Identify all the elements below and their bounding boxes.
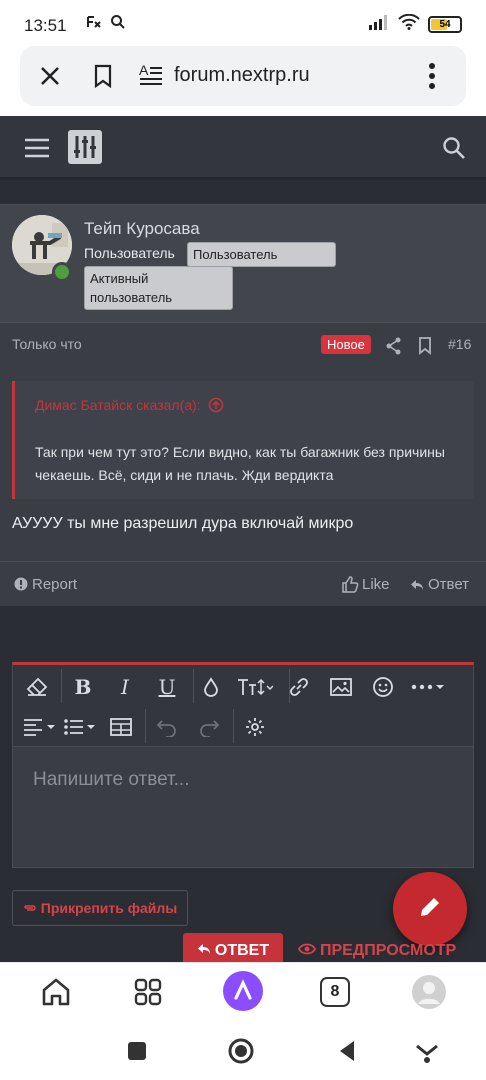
search-icon[interactable]: [442, 136, 466, 165]
home-button-icon[interactable]: [228, 1038, 254, 1069]
post-actions: Report Like Ответ: [0, 561, 486, 607]
post-user-header: Тейп Куросава Пользователь Пользователь …: [0, 205, 486, 323]
reply-input[interactable]: Напишите ответ...: [33, 769, 189, 791]
profile-avatar-icon[interactable]: [411, 974, 447, 1015]
attach-files-button[interactable]: Прикрепить файлы: [12, 890, 188, 926]
report-button[interactable]: Report: [32, 576, 77, 593]
status-bar: 13:51 54: [0, 0, 486, 52]
post-number[interactable]: #16: [448, 336, 471, 352]
align-icon[interactable]: [21, 711, 61, 743]
undo-icon[interactable]: [151, 711, 183, 743]
post-card: Тейп Куросава Пользователь Пользователь …: [0, 204, 486, 606]
pencil-icon: [417, 894, 443, 925]
recent-apps-icon[interactable]: [127, 1041, 147, 1066]
paperclip-icon: [23, 900, 37, 916]
table-icon[interactable]: [105, 711, 137, 743]
home-icon[interactable]: [40, 976, 72, 1013]
link-icon[interactable]: [283, 671, 315, 703]
emoji-icon[interactable]: [367, 671, 399, 703]
reply-icon: [197, 942, 211, 960]
like-button[interactable]: Like: [362, 576, 390, 593]
share-icon[interactable]: [386, 337, 402, 360]
reply-button[interactable]: Ответ: [428, 576, 469, 593]
image-icon[interactable]: [325, 671, 357, 703]
assistant-gesture-icon[interactable]: [414, 1038, 440, 1069]
preview-button[interactable]: ПРЕДПРОСМОТР: [297, 933, 457, 964]
back-icon[interactable]: [338, 1040, 356, 1067]
editor-toolbar: B I U: [13, 665, 473, 747]
forum-page: Тейп Куросава Пользователь Пользователь …: [0, 116, 486, 964]
post-time[interactable]: Только что: [12, 336, 82, 352]
url-text[interactable]: forum.nextrp.ru: [174, 64, 310, 87]
reader-mode-icon[interactable]: A: [138, 62, 164, 93]
arrow-up-circle-icon[interactable]: [208, 397, 224, 416]
post-meta: Только что Новое #16: [0, 323, 486, 369]
font-size-icon[interactable]: [235, 671, 275, 703]
post-author[interactable]: Тейп Куросава: [84, 219, 200, 239]
submit-reply-button[interactable]: ОТВЕТ: [183, 933, 283, 964]
screen: 13:51 54 A forum.nextrp.ru Тейп Куросава…: [0, 0, 486, 1080]
report-icon[interactable]: [14, 577, 28, 596]
browser-bottom-nav: 8: [0, 962, 486, 1022]
search-icon: [110, 14, 126, 35]
quote-block: Димас Батайск сказал(а): Так при чем тут…: [12, 381, 474, 499]
apps-grid-icon[interactable]: [134, 978, 162, 1011]
wifi-icon: [398, 13, 420, 35]
online-status-badge: [52, 262, 72, 282]
post-message: АУУУУ ты мне разрешил дура включай микро: [12, 515, 354, 532]
notification-icon: [86, 14, 102, 35]
user-badge: Активный пользователь: [84, 266, 233, 310]
redo-icon[interactable]: [193, 711, 225, 743]
like-icon[interactable]: [341, 575, 359, 598]
user-title: Пользователь: [84, 245, 175, 261]
bookmark-icon[interactable]: [418, 337, 432, 360]
svg-text:A: A: [139, 62, 149, 78]
close-icon[interactable]: [38, 64, 62, 93]
settings-icon[interactable]: [239, 711, 271, 743]
submit-reply-label: ОТВЕТ: [214, 942, 270, 959]
bold-icon[interactable]: B: [67, 671, 99, 703]
attach-files-label: Прикрепить файлы: [40, 900, 178, 916]
user-badge: Пользователь: [187, 242, 336, 267]
quote-author-text[interactable]: Димас Батайск сказал(а):: [35, 397, 201, 413]
system-nav-bar: [0, 1022, 486, 1080]
more-vert-icon[interactable]: [424, 62, 440, 95]
list-icon[interactable]: [61, 711, 101, 743]
eraser-icon[interactable]: [21, 671, 53, 703]
forum-logo-icon[interactable]: [68, 130, 102, 164]
bookmark-icon[interactable]: [92, 64, 114, 93]
alice-assistant-icon[interactable]: [222, 970, 264, 1017]
battery-level: 54: [439, 19, 451, 30]
underline-icon[interactable]: U: [151, 671, 183, 703]
reply-editor: B I U Напишите ответ...: [12, 662, 474, 868]
battery-icon: 54: [428, 16, 462, 33]
quote-text: Так при чем тут это? Если видно, как ты …: [35, 444, 445, 483]
tabs-icon[interactable]: 8: [320, 977, 350, 1007]
status-time: 13:51: [24, 16, 67, 35]
preview-label: ПРЕДПРОСМОТР: [320, 942, 457, 959]
menu-icon[interactable]: [24, 138, 50, 163]
url-bar[interactable]: A forum.nextrp.ru: [20, 46, 466, 106]
signal-icon: [368, 14, 390, 35]
eye-icon: [297, 942, 317, 961]
color-drop-icon[interactable]: [195, 671, 227, 703]
italic-icon[interactable]: I: [109, 671, 141, 703]
quote-author[interactable]: Димас Батайск сказал(а):: [35, 397, 224, 416]
reply-icon[interactable]: [410, 578, 424, 596]
forum-header: [0, 116, 486, 180]
more-horiz-icon[interactable]: [409, 671, 449, 703]
new-badge: Новое: [321, 335, 371, 354]
